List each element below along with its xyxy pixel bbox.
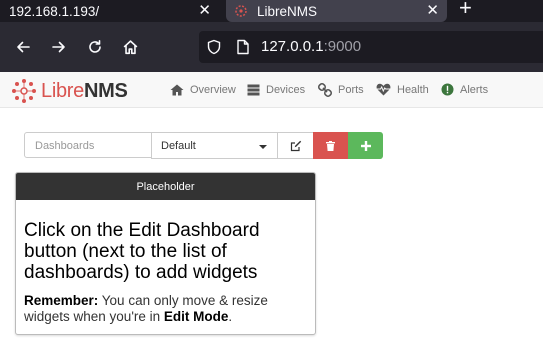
widget-reminder: Remember: You can only move & resize wid… (24, 293, 312, 325)
widget-message: Click on the Edit Dashboard button (next… (24, 220, 260, 283)
reminder-period: . (228, 309, 233, 324)
home-icon (123, 39, 137, 54)
reload-button[interactable] (79, 22, 111, 72)
shield-icon[interactable] (206, 39, 222, 55)
menu-overview-label: Overview (190, 83, 236, 96)
url-bar[interactable]: 127.0.0.1:9000 (199, 31, 543, 63)
menu-devices-label: Devices (266, 83, 306, 96)
forward-button[interactable] (43, 22, 75, 72)
librenms-navbar: LibreNMS Overview Devices Ports Health A… (0, 72, 543, 108)
back-button[interactable] (7, 22, 39, 72)
librenms-logo[interactable]: LibreNMS (11, 78, 128, 104)
delete-dashboard-button[interactable] (313, 132, 348, 159)
menu-devices[interactable]: Devices (247, 72, 305, 107)
edit-icon (290, 140, 301, 151)
menu-ports-label: Ports (338, 83, 364, 96)
remember-label: Remember: (24, 293, 99, 308)
widget-title: Placeholder (136, 180, 195, 193)
menu-alerts[interactable]: Alerts (441, 72, 488, 107)
home-button[interactable] (114, 22, 146, 72)
dashboard-select[interactable]: Default (151, 132, 278, 159)
menu-alerts-label: Alerts (460, 83, 489, 96)
menu-overview[interactable]: Overview (170, 72, 236, 107)
browser-nav-bar: 127.0.0.1:9000 (0, 22, 543, 72)
librenms-logo-icon (12, 79, 36, 103)
widget-header[interactable]: Placeholder (16, 173, 315, 200)
caret-down-icon (259, 145, 267, 149)
page-icon[interactable] (236, 39, 250, 55)
librenms-favicon-icon (235, 5, 247, 17)
tab-1-label: 192.168.1.193/ (9, 3, 100, 19)
exclamation-circle-icon (441, 83, 454, 96)
edit-dashboard-button[interactable] (277, 132, 314, 159)
dashboards-input[interactable]: Dashboards (24, 132, 152, 158)
tab-1-close-icon[interactable]: ✕ (198, 1, 211, 21)
menu-ports[interactable]: Ports (318, 72, 364, 107)
forward-arrow-icon (52, 41, 65, 53)
plus-icon (360, 140, 371, 151)
edit-mode-label: Edit Mode (163, 309, 229, 324)
logo-libre: Libre (41, 79, 84, 102)
link-icon (318, 82, 332, 97)
widget-body: Click on the Edit Dashboard button (next… (24, 220, 312, 325)
tab-2-active[interactable]: LibreNMS ✕ (226, 0, 447, 22)
tab-1[interactable]: 192.168.1.193/ ✕ (0, 0, 220, 22)
home-icon (170, 84, 184, 95)
heartbeat-icon (376, 83, 391, 96)
logo-nms: NMS (83, 79, 128, 102)
url-host: 127.0.0.1 (261, 38, 324, 55)
browser-tab-bar: 192.168.1.193/ ✕ LibreNMS ✕ + (0, 0, 543, 22)
new-tab-icon[interactable]: + (459, 0, 472, 19)
trash-icon (326, 140, 335, 151)
url-text[interactable]: 127.0.0.1:9000 (261, 38, 361, 55)
add-dashboard-button[interactable] (348, 132, 383, 159)
tab-2-label: LibreNMS (257, 3, 318, 19)
reload-icon (89, 40, 101, 53)
logo-text: LibreNMS (41, 80, 128, 103)
back-arrow-icon (17, 41, 30, 53)
menu-health[interactable]: Health (376, 72, 429, 107)
server-icon (247, 84, 260, 95)
placeholder-widget: Placeholder Click on the Edit Dashboard … (15, 172, 316, 335)
dashboard-select-value: Default (161, 140, 196, 152)
url-port: :9000 (323, 38, 362, 55)
tab-2-close-icon[interactable]: ✕ (426, 1, 439, 21)
menu-health-label: Health (397, 83, 429, 96)
